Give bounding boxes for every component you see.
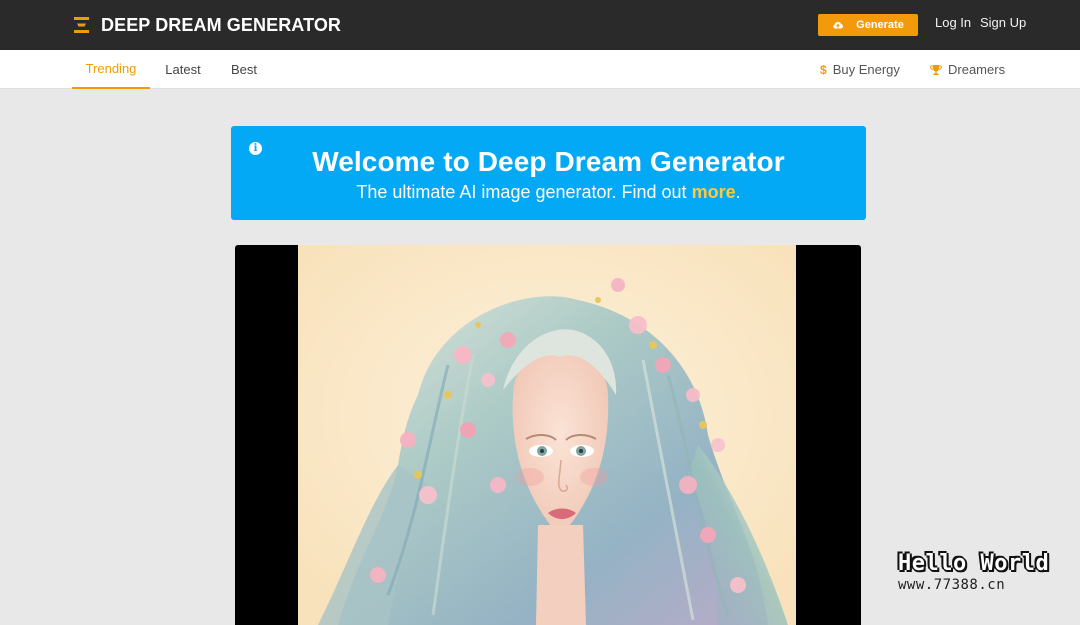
- welcome-banner: i Welcome to Deep Dream Generator The ul…: [231, 126, 866, 220]
- stacked-bars-logo-icon: [74, 17, 89, 33]
- feed-subnav: Trending Latest Best $ Buy Energy Dreame…: [0, 50, 1080, 89]
- watermark: Hello World www.77388.cn: [898, 551, 1058, 593]
- watermark-url: www.77388.cn: [898, 577, 1006, 593]
- banner-title: Welcome to Deep Dream Generator: [312, 146, 785, 177]
- buy-energy-label: Buy Energy: [832, 62, 900, 77]
- tab-best[interactable]: Best: [224, 50, 264, 89]
- dreamers-link[interactable]: Dreamers: [930, 50, 1005, 89]
- signup-link[interactable]: Sign Up: [980, 15, 1026, 30]
- generate-button[interactable]: Generate: [818, 14, 918, 36]
- trophy-icon: [930, 64, 942, 75]
- featured-image-card[interactable]: [235, 245, 861, 625]
- banner-subtitle: The ultimate AI image generator. Find ou…: [231, 182, 866, 203]
- buy-energy-link[interactable]: $ Buy Energy: [820, 50, 900, 89]
- banner-subtitle-end: .: [735, 182, 741, 202]
- featured-artwork: [298, 245, 796, 625]
- generate-label: Generate: [856, 19, 904, 31]
- tab-trending[interactable]: Trending: [72, 50, 150, 89]
- dollar-icon: $: [820, 62, 827, 77]
- tab-latest[interactable]: Latest: [157, 50, 209, 89]
- brand-logo[interactable]: DEEP DREAM GENERATOR: [74, 0, 341, 50]
- banner-subtitle-text: The ultimate AI image generator. Find ou…: [356, 182, 692, 202]
- login-link[interactable]: Log In: [935, 15, 971, 30]
- portrait-illustration: [298, 245, 796, 625]
- top-navbar: DEEP DREAM GENERATOR Generate Log In Sig…: [0, 0, 1080, 50]
- brand-name: DEEP DREAM GENERATOR: [101, 14, 342, 35]
- cloud-upload-icon: [833, 21, 844, 29]
- dreamers-label: Dreamers: [948, 62, 1006, 77]
- more-link[interactable]: more: [692, 182, 736, 202]
- watermark-title: Hello World: [898, 551, 1050, 576]
